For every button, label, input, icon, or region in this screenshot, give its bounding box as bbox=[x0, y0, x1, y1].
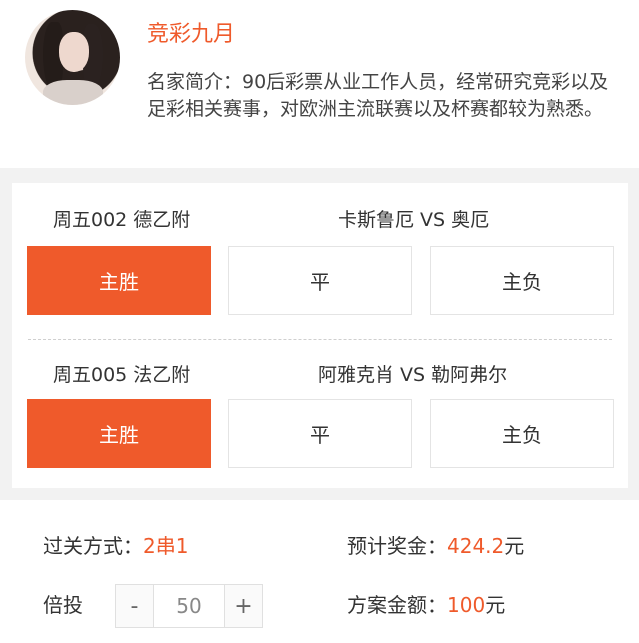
pass-type-row: 过关方式：2串1 bbox=[43, 532, 188, 560]
pass-type-label: 过关方式： bbox=[43, 534, 143, 558]
multiplier-stepper: - 50 + bbox=[115, 584, 263, 628]
expert-avatar[interactable] bbox=[25, 10, 120, 105]
avatar-shirt bbox=[43, 80, 103, 105]
prize-label: 预计奖金： bbox=[347, 534, 447, 558]
option-draw[interactable]: 平 bbox=[228, 246, 412, 315]
plus-button[interactable]: + bbox=[225, 585, 262, 627]
option-home-win[interactable]: 主胜 bbox=[27, 246, 211, 315]
option-home-lose[interactable]: 主负 bbox=[430, 246, 614, 315]
amount-row: 方案金额：100元 bbox=[347, 591, 505, 619]
expert-card: 竞彩九月 名家简介：90后彩票从业工作人员，经常研究竞彩以及足彩相关赛事，对欧洲… bbox=[0, 0, 639, 168]
amount-label: 方案金额： bbox=[347, 593, 447, 617]
match-teams: 卡斯鲁厄 VS 奥厄 bbox=[338, 209, 490, 231]
expert-name[interactable]: 竞彩九月 bbox=[147, 20, 235, 50]
minus-button[interactable]: - bbox=[116, 585, 153, 627]
match-divider bbox=[28, 339, 612, 340]
bet-summary bbox=[0, 500, 639, 643]
match-teams: 阿雅克肖 VS 勒阿弗尔 bbox=[318, 364, 508, 386]
option-home-lose[interactable]: 主负 bbox=[430, 399, 614, 468]
multiplier-label: 倍投 bbox=[43, 593, 83, 617]
match-list: 周五002 德乙附 卡斯鲁厄 VS 奥厄 主胜 平 主负 周五005 法乙附 阿… bbox=[12, 183, 628, 488]
match-code: 周五005 法乙附 bbox=[53, 364, 191, 386]
prize-unit: 元 bbox=[504, 534, 525, 558]
option-draw[interactable]: 平 bbox=[228, 399, 412, 468]
prize-row: 预计奖金：424.2元 bbox=[347, 532, 524, 560]
prize-value: 424.2 bbox=[447, 534, 505, 558]
multiplier-input[interactable]: 50 bbox=[153, 585, 225, 627]
amount-value: 100 bbox=[447, 593, 486, 617]
amount-unit: 元 bbox=[485, 593, 506, 617]
match-code: 周五002 德乙附 bbox=[53, 209, 191, 231]
expert-intro: 名家简介：90后彩票从业工作人员，经常研究竞彩以及足彩相关赛事，对欧洲主流联赛以… bbox=[147, 71, 609, 120]
avatar-face bbox=[59, 32, 89, 72]
option-home-win[interactable]: 主胜 bbox=[27, 399, 211, 468]
pass-type-value[interactable]: 2串1 bbox=[143, 534, 188, 558]
